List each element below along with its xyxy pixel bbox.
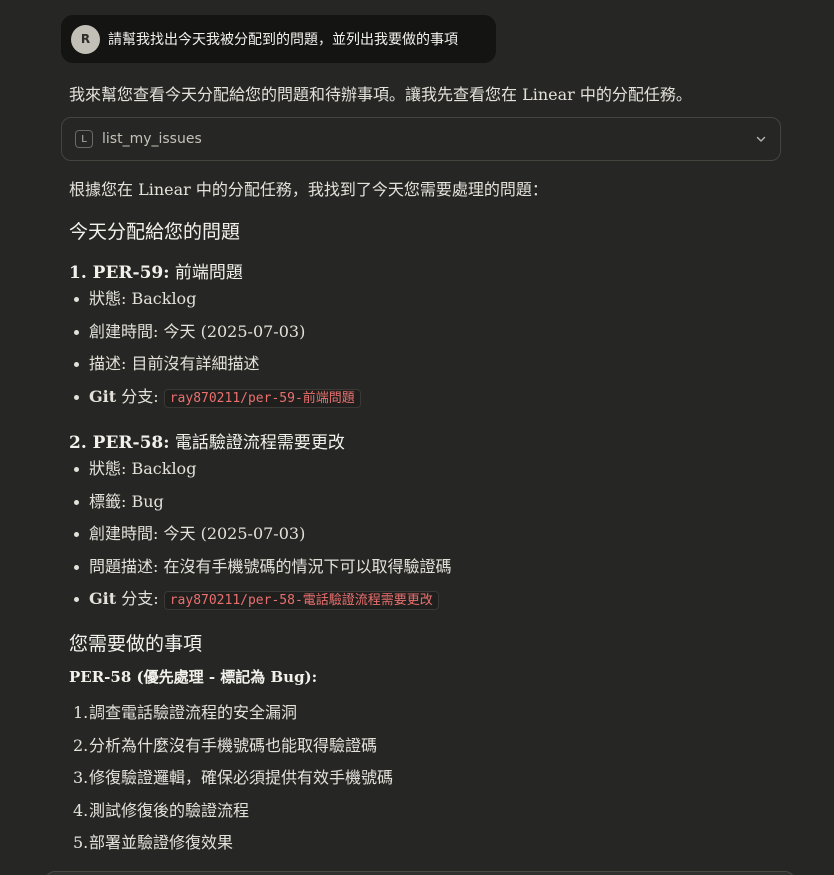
issue-field-list: 狀態: Backlog 創建時間: 今天 (2025-07-03) 描述: 目前…	[69, 288, 361, 418]
field-label: 分支:	[116, 589, 164, 608]
list-item: Git 分支: ray870211/per-59-前端問題	[69, 386, 361, 419]
user-message-bubble: R 請幫我找出今天我被分配到的問題，並列出我要做的事項	[61, 15, 496, 63]
step-text: 測試修復後的驗證流程	[89, 800, 250, 820]
issue-id: 1. PER-59:	[69, 263, 170, 283]
user-message-text: 請幫我找出今天我被分配到的問題，並列出我要做的事項	[108, 32, 458, 48]
linear-icon: L	[75, 130, 93, 148]
field-value: 在沒有手機號碼的情況下可以取得驗證碼	[163, 556, 452, 576]
field-label: 狀態:	[89, 289, 132, 308]
tool-call-name: list_my_issues	[102, 131, 202, 147]
step-text: 修復驗證邏輯，確保必須提供有效手機號碼	[89, 768, 394, 787]
issue-field-list: 狀態: Backlog 標籤: Bug 創建時間: 今天 (2025-07-03…	[69, 458, 452, 621]
field-label: 分支:	[116, 386, 164, 406]
step-number: 1.	[73, 703, 89, 722]
list-item: 狀態: Backlog	[69, 458, 452, 491]
avatar: R	[71, 24, 100, 54]
step-number: 5.	[73, 833, 89, 852]
list-item: 1. 調查電話驗證流程的安全漏洞	[69, 702, 393, 735]
git-branch-code: ray870211/per-59-前端問題	[163, 388, 361, 408]
list-item: 3. 修復驗證邏輯，確保必須提供有效手機號碼	[69, 767, 393, 800]
field-value: Bug	[131, 491, 164, 511]
issue-heading: 1. PER-59: 前端問題	[69, 258, 243, 283]
todo-step-list: 1. 調查電話驗證流程的安全漏洞 2. 分析為什麼沒有手機號碼也能取得驗證碼 3. 修…	[69, 702, 393, 865]
list-item: 標籤: Bug	[69, 491, 452, 524]
section-title-assigned: 今天分配給您的問題	[69, 221, 241, 243]
message-input-box[interactable]	[45, 871, 795, 875]
chevron-down-icon[interactable]	[754, 132, 768, 146]
list-item: 5. 部署並驗證修復效果	[69, 832, 393, 865]
todo-heading: PER-58 (優先處理 - 標記為 Bug):	[69, 668, 318, 686]
step-text: 分析為什麼沒有手機號碼也能取得驗證碼	[89, 735, 378, 755]
field-label: 創建時間:	[89, 321, 164, 341]
list-item: 狀態: Backlog	[69, 288, 361, 321]
field-value: 今天 (2025-07-03)	[163, 321, 306, 341]
field-label: 標籤:	[89, 491, 132, 511]
list-item: 4. 測試修復後的驗證流程	[69, 800, 393, 833]
field-value: Backlog	[131, 289, 197, 308]
result-intro: 根據您在 Linear 中的分配任務，我找到了今天您需要處理的問題：	[69, 180, 548, 199]
field-value: 目前沒有詳細描述	[131, 354, 260, 373]
step-text: 部署並驗證修復效果	[89, 833, 234, 852]
list-item: Git 分支: ray870211/per-58-電話驗證流程需要更改	[69, 588, 452, 621]
field-label: 創建時間:	[89, 524, 164, 543]
list-item: 創建時間: 今天 (2025-07-03)	[69, 321, 361, 354]
list-item: 2. 分析為什麼沒有手機號碼也能取得驗證碼	[69, 735, 393, 768]
issue-id: 2. PER-58:	[69, 433, 170, 453]
step-text: 調查電話驗證流程的安全漏洞	[89, 703, 298, 722]
step-number: 4.	[73, 800, 89, 820]
list-item: 創建時間: 今天 (2025-07-03)	[69, 523, 452, 556]
assistant-intro: 我來幫您查看今天分配給您的問題和待辦事項。讓我先查看您在 Linear 中的分配…	[69, 85, 692, 104]
issue-heading: 2. PER-58: 電話驗證流程需要更改	[69, 428, 345, 453]
section-title-todo: 您需要做的事項	[69, 633, 203, 655]
field-value: 今天 (2025-07-03)	[163, 524, 306, 543]
field-label: Git	[89, 386, 117, 406]
field-label: 描述:	[89, 354, 132, 373]
step-number: 3.	[73, 768, 89, 787]
git-branch-code: ray870211/per-58-電話驗證流程需要更改	[163, 591, 439, 610]
list-item: 描述: 目前沒有詳細描述	[69, 353, 361, 386]
field-value: Backlog	[131, 459, 197, 478]
issue-title: 前端問題	[169, 263, 243, 283]
field-label: 問題描述:	[89, 556, 164, 576]
chat-transcript: R 請幫我找出今天我被分配到的問題，並列出我要做的事項 我來幫您查看今天分配給您…	[0, 0, 834, 875]
field-label: 狀態:	[89, 459, 132, 478]
field-label: Git	[89, 589, 117, 608]
step-number: 2.	[73, 735, 89, 755]
list-item: 問題描述: 在沒有手機號碼的情況下可以取得驗證碼	[69, 556, 452, 589]
issue-title: 電話驗證流程需要更改	[169, 433, 345, 453]
tool-call-card[interactable]: L list_my_issues	[61, 117, 781, 161]
